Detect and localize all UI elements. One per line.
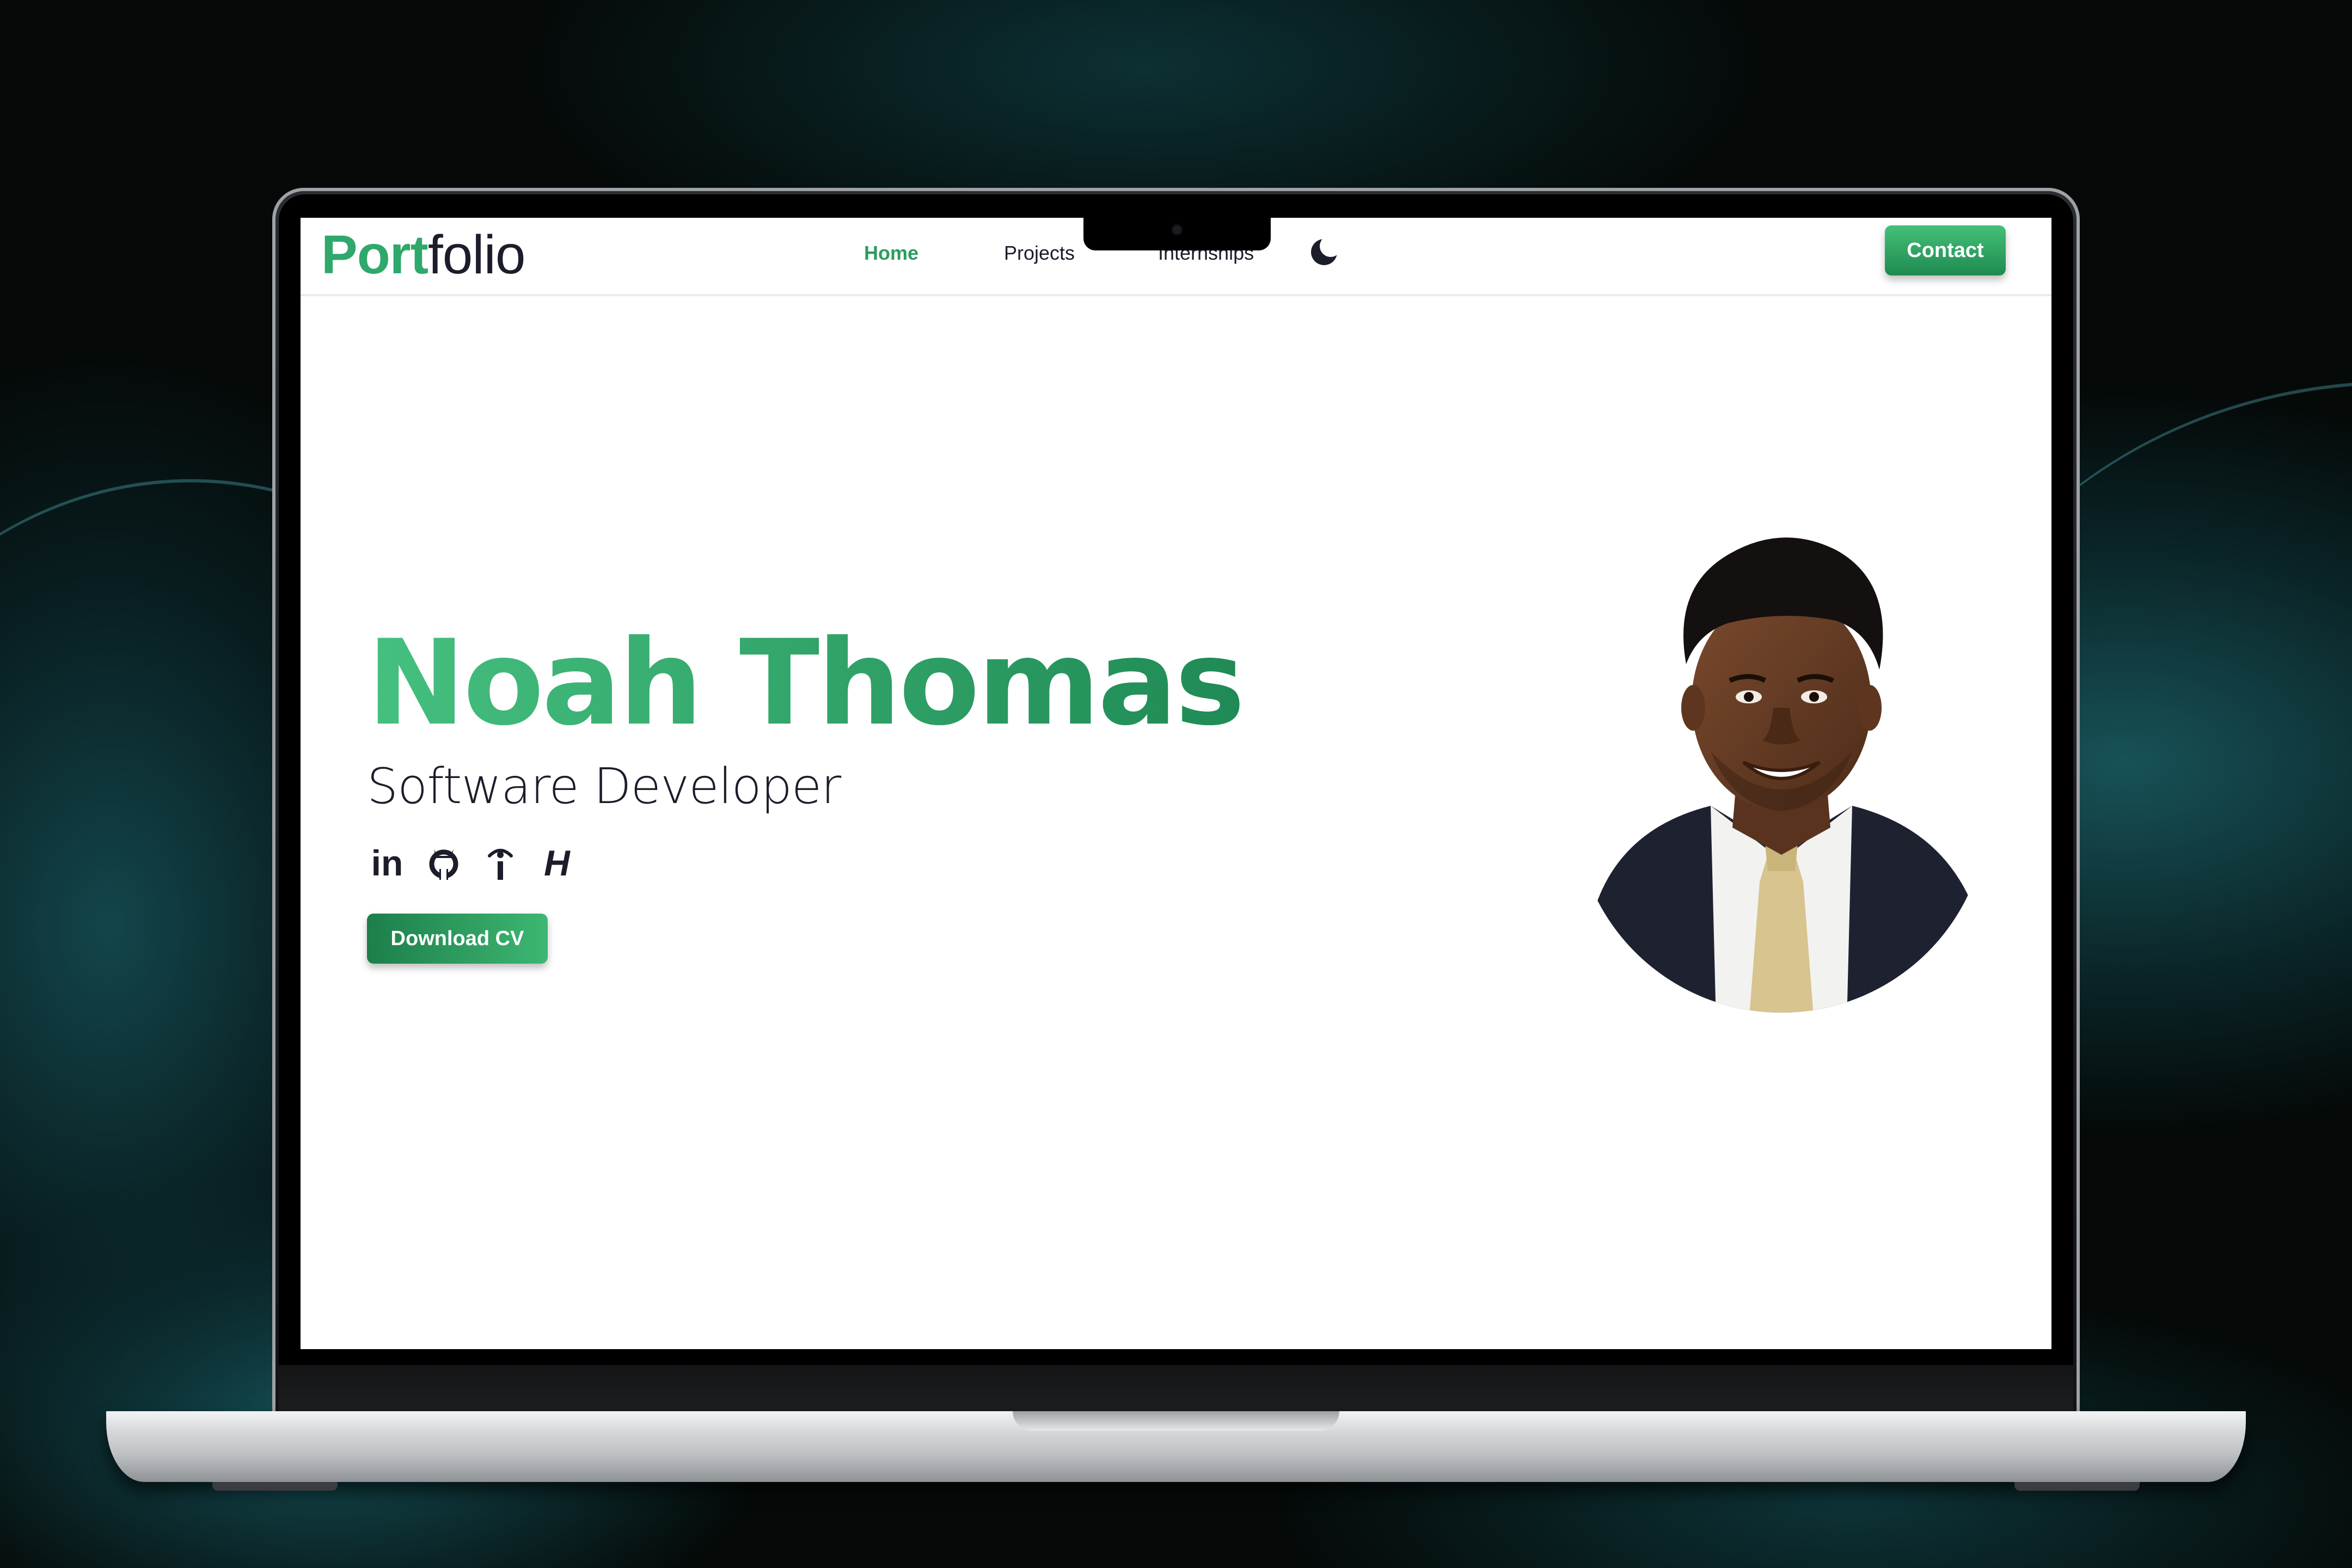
- contact-button[interactable]: Contact: [1885, 225, 2006, 275]
- laptop-chin: [279, 1365, 2073, 1414]
- social-links: in H: [367, 838, 577, 887]
- logo-rest: folio: [428, 224, 525, 285]
- hero-name: Noah Thomas: [367, 615, 1245, 751]
- camera-icon: [1173, 225, 1181, 234]
- github-icon[interactable]: [424, 843, 464, 883]
- info-icon[interactable]: [480, 843, 520, 883]
- hashnode-icon[interactable]: H: [537, 843, 577, 883]
- linkedin-label: in: [371, 843, 403, 883]
- nav-link-projects[interactable]: Projects: [1004, 240, 1075, 267]
- laptop-foot: [212, 1482, 338, 1491]
- hero-role: Software Developer: [367, 758, 841, 815]
- linkedin-icon[interactable]: in: [367, 843, 407, 883]
- laptop-opening-notch: [1013, 1411, 1339, 1431]
- browser-viewport: Portfolio Home Projects Internships Cont…: [301, 218, 2051, 1349]
- site-logo[interactable]: Portfolio: [321, 222, 525, 287]
- logo-accent: Port: [321, 224, 428, 285]
- moon-icon[interactable]: [1305, 233, 1343, 271]
- download-cv-button[interactable]: Download CV: [367, 914, 548, 964]
- nav-link-home[interactable]: Home: [864, 240, 918, 267]
- desktop-background: Portfolio Home Projects Internships Cont…: [0, 0, 2352, 1568]
- profile-photo: [1575, 523, 1988, 1024]
- hashnode-label: H: [544, 843, 570, 883]
- camera-notch: [1083, 218, 1271, 250]
- laptop-foot: [2014, 1482, 2140, 1491]
